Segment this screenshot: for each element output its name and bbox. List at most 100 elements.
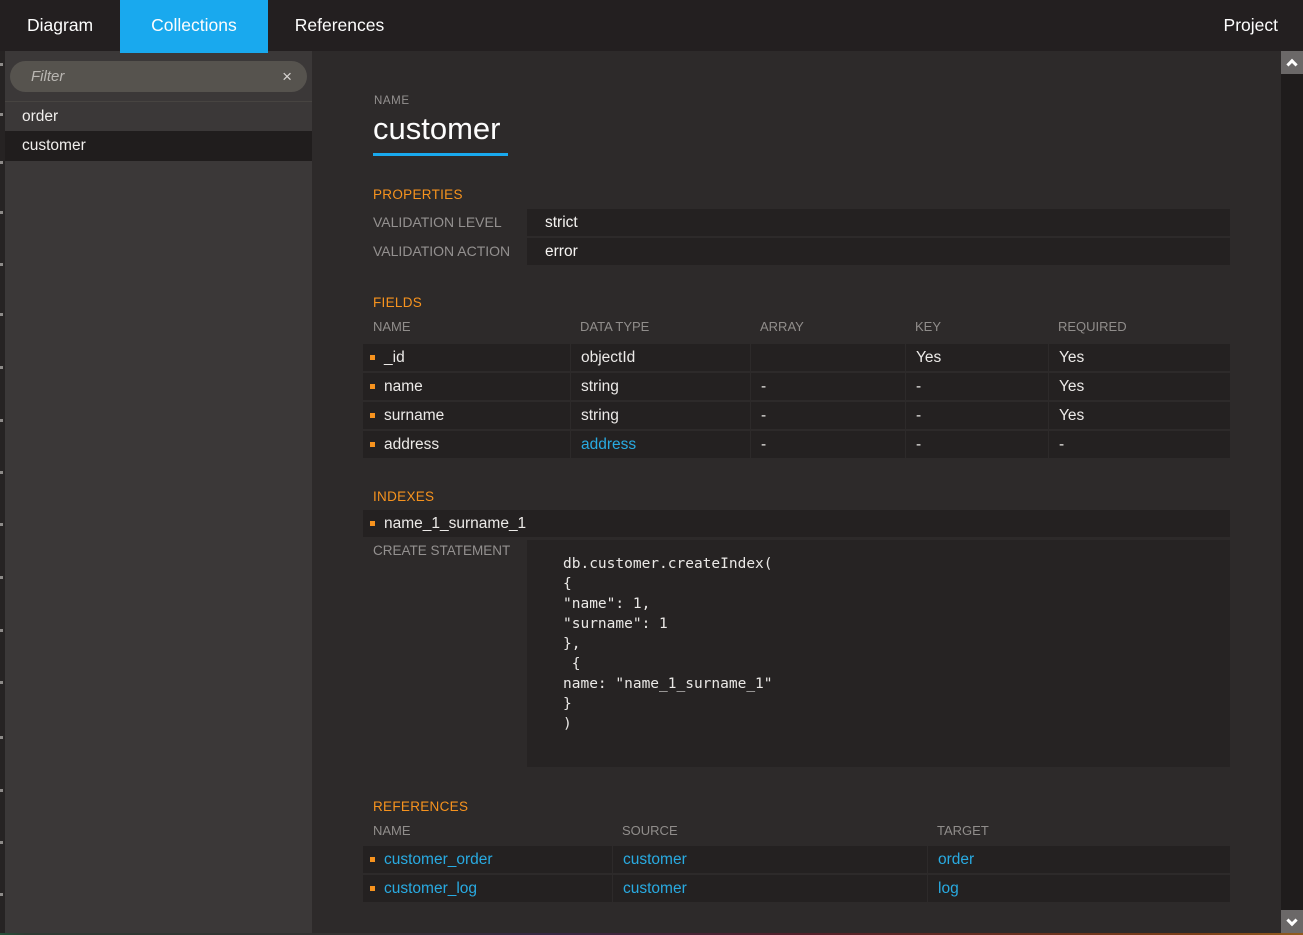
field-required: Yes [1048,373,1230,400]
edge-tick [0,63,3,66]
field-row-surname[interactable]: surname string - - Yes [363,402,1230,429]
references-table-header: NAME SOURCE TARGET [363,823,1230,838]
edge-tick [0,113,3,116]
clear-filter-icon[interactable]: × [282,66,292,87]
chevron-up-icon [1286,58,1298,70]
field-array [750,344,905,371]
validation-level-label: VALIDATION LEVEL [373,214,502,230]
reference-row-customer-order[interactable]: customer_order customer order [363,846,1230,873]
main-tabs: Diagram Collections References [0,0,412,53]
field-datatype: string [570,402,750,429]
field-required: - [1048,431,1230,458]
project-menu[interactable]: Project [1224,0,1278,51]
fields-col-key: KEY [915,319,942,334]
reference-source-link[interactable]: customer [623,851,687,868]
field-bullet-icon [370,355,375,360]
refs-col-target: TARGET [937,823,989,838]
edge-tick [0,211,3,214]
field-key: Yes [905,344,1048,371]
field-datatype: string [570,373,750,400]
edge-tick [0,366,3,369]
create-statement-editor[interactable]: db.customer.createIndex( { "name": 1, "s… [527,540,1230,767]
refs-col-name: NAME [373,823,411,838]
field-bullet-icon [370,442,375,447]
reference-target-link[interactable]: order [938,851,974,868]
index-name: name_1_surname_1 [384,514,527,532]
reference-target-link[interactable]: log [938,880,959,897]
edge-tick [0,576,3,579]
create-statement-code: db.customer.createIndex( { "name": 1, "s… [563,556,773,732]
refs-col-source: SOURCE [622,823,678,838]
top-bar: Diagram Collections References Project [0,0,1303,53]
collections-sidebar: × order customer [5,51,312,933]
field-name: name [384,378,423,395]
edge-tick [0,263,3,266]
validation-action-value[interactable]: error [527,238,1230,265]
field-datatype-link[interactable]: address [581,436,636,453]
tab-references[interactable]: References [268,0,412,51]
validation-action-label: VALIDATION ACTION [373,243,511,259]
fields-col-required: REQUIRED [1058,319,1127,334]
sidebar-item-customer[interactable]: customer [5,131,312,161]
field-key: - [905,431,1048,458]
edge-tick [0,629,3,632]
collections-list: order customer [5,101,312,161]
tab-collections[interactable]: Collections [120,0,268,53]
name-input-underline [373,153,508,156]
detail-panel: NAME customer PROPERTIES VALIDATION LEVE… [312,51,1281,933]
app-window: Diagram Collections References Project × [0,0,1303,935]
field-required: Yes [1048,344,1230,371]
create-statement-label: CREATE STATEMENT [373,543,511,558]
fields-section-title: FIELDS [373,295,423,310]
field-bullet-icon [370,384,375,389]
field-key: - [905,373,1048,400]
properties-section-title: PROPERTIES [373,187,463,202]
reference-row-customer-log[interactable]: customer_log customer log [363,875,1230,902]
vertical-scrollbar[interactable] [1281,51,1303,933]
collection-name-input[interactable]: customer [373,111,500,147]
scroll-down-button[interactable] [1281,910,1303,933]
edge-tick [0,523,3,526]
field-array: - [750,402,905,429]
field-name: surname [384,407,445,424]
scroll-up-button[interactable] [1281,51,1303,74]
edge-tick [0,419,3,422]
field-key: - [905,402,1048,429]
name-field-label: NAME [374,95,410,107]
field-datatype: objectId [570,344,750,371]
fields-table-header: NAME DATA TYPE ARRAY KEY REQUIRED [363,319,1230,334]
field-array: - [750,373,905,400]
filter-box: × [10,61,307,92]
reference-name-link[interactable]: customer_log [384,875,477,902]
chevron-down-icon [1286,914,1298,926]
reference-bullet-icon [370,857,375,862]
edge-tick [0,681,3,684]
edge-tick [0,736,3,739]
edge-tick [0,471,3,474]
index-bullet-icon [370,521,375,526]
reference-name-link[interactable]: customer_order [384,846,493,873]
fields-col-name: NAME [373,319,411,334]
filter-input[interactable] [10,61,307,92]
edge-tick [0,893,3,896]
validation-level-value[interactable]: strict [527,209,1230,236]
edge-tick [0,789,3,792]
references-section-title: REFERENCES [373,799,469,814]
field-row-address[interactable]: address address - - - [363,431,1230,458]
field-row-name[interactable]: name string - - Yes [363,373,1230,400]
field-name: _id [384,349,405,366]
reference-bullet-icon [370,886,375,891]
index-row[interactable]: name_1_surname_1 [363,510,1230,537]
edge-tick [0,161,3,164]
field-name: address [384,436,440,453]
field-row-id[interactable]: _id objectId Yes Yes [363,344,1230,371]
tab-diagram[interactable]: Diagram [0,0,120,51]
edge-tick [0,841,3,844]
field-bullet-icon [370,413,375,418]
fields-col-array: ARRAY [760,319,804,334]
reference-source-link[interactable]: customer [623,880,687,897]
sidebar-item-order[interactable]: order [5,101,312,131]
edge-tick [0,313,3,316]
field-required: Yes [1048,402,1230,429]
fields-col-datatype: DATA TYPE [580,319,650,334]
